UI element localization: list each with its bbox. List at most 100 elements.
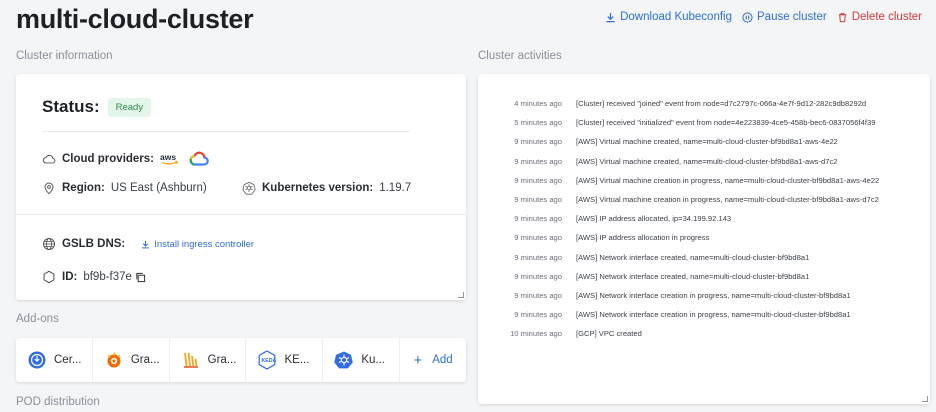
activity-time: 9 minutes ago — [514, 290, 562, 300]
hexagon-icon — [43, 270, 55, 284]
cluster-activities-card: 4 minutes ago [Cluster] received "joined"… — [478, 74, 930, 404]
addon-label: Cer... — [54, 354, 82, 366]
addon-label: Gra... — [207, 354, 237, 366]
activity-message: [AWS] IP address allocation in progress — [576, 233, 710, 243]
activity-message: [AWS] Virtual machine created, name=mult… — [576, 156, 838, 166]
status-row: Status: Ready — [42, 97, 152, 117]
page-title: multi-cloud-cluster — [16, 4, 254, 34]
globe-icon — [43, 238, 55, 250]
activity-time: 9 minutes ago — [514, 233, 562, 243]
addons-bar: Cer... Gra... Gra... KEDA KE... Ku... + … — [16, 338, 466, 382]
id-label: ID: — [62, 271, 78, 283]
status-label: Status: — [42, 97, 100, 116]
activity-message: [AWS] Virtual machine creation in progre… — [576, 194, 879, 204]
cert-manager-icon — [26, 349, 48, 371]
activity-row: 9 minutes ago [AWS] IP address allocated,… — [478, 213, 930, 224]
activity-row: 9 minutes ago [AWS] Network interface cre… — [478, 271, 930, 282]
install-ingress-link[interactable]: Install ingress controller — [141, 239, 254, 250]
addon-keda[interactable]: KEDA KE... — [246, 338, 324, 382]
header-actions: Download Kubeconfig Pause cluster Delete… — [605, 11, 922, 23]
activity-message: [AWS] Network interface creation in prog… — [576, 290, 851, 300]
grafana-loki-icon — [180, 349, 202, 371]
cluster-info-card: Status: Ready Cloud providers: aws Regio… — [16, 74, 466, 300]
aws-logo-icon: aws — [160, 152, 179, 165]
activity-message: [AWS] Network interface creation in prog… — [576, 310, 851, 320]
addon-cert-manager[interactable]: Cer... — [16, 338, 93, 382]
activity-row: 9 minutes ago [AWS] Network interface cre… — [478, 309, 930, 320]
grafana-icon — [103, 349, 125, 371]
resize-handle[interactable] — [922, 396, 928, 402]
activity-row: 9 minutes ago [AWS] Virtual machine creat… — [478, 194, 930, 205]
copy-icon[interactable] — [135, 272, 146, 283]
activity-message: [AWS] Network interface created, name=mu… — [576, 252, 810, 262]
activity-message: [Cluster] received "initialized" event f… — [576, 118, 876, 128]
add-addon-button[interactable]: + Add — [400, 338, 466, 382]
delete-cluster-button[interactable]: Delete cluster — [837, 11, 922, 23]
gcp-logo-icon — [189, 151, 209, 166]
location-pin-icon — [44, 182, 54, 195]
pod-distribution-heading: POD distribution — [16, 396, 100, 408]
kubernetes-icon — [333, 349, 355, 371]
activity-time: 9 minutes ago — [514, 194, 562, 204]
svg-text:aws: aws — [160, 152, 176, 162]
activity-time: 9 minutes ago — [514, 310, 562, 320]
download-kubeconfig-button[interactable]: Download Kubeconfig — [605, 11, 732, 23]
keda-icon: KEDA — [256, 349, 278, 371]
activity-row: 5 minutes ago [Cluster] received "initial… — [478, 117, 930, 128]
activity-message: [AWS] Virtual machine creation in progre… — [576, 175, 880, 185]
divider — [16, 214, 466, 215]
addon-grafana[interactable]: Gra... — [93, 338, 170, 382]
activity-time: 9 minutes ago — [514, 214, 562, 224]
pause-cluster-button[interactable]: Pause cluster — [742, 11, 827, 23]
status-badge: Ready — [107, 97, 152, 117]
gslb-label: GSLB DNS: — [62, 238, 126, 250]
region-value: US East (Ashburn) — [110, 182, 207, 194]
activity-row: 9 minutes ago [AWS] Virtual machine creat… — [478, 156, 930, 167]
cloud-icon — [42, 154, 56, 164]
activity-row: 4 minutes ago [Cluster] received "joined"… — [478, 98, 930, 109]
download-icon — [606, 12, 615, 22]
download-icon — [142, 240, 150, 248]
activity-time: 9 minutes ago — [514, 137, 562, 147]
activity-message: [AWS] IP address allocated, ip=34.199.92… — [576, 214, 732, 224]
kubernetes-icon — [242, 181, 256, 195]
k8s-version-label: Kubernetes version: — [262, 182, 374, 194]
addon-label: Ku... — [361, 354, 385, 366]
addon-label: Gra... — [130, 354, 160, 366]
addons-heading: Add-ons — [16, 313, 59, 325]
activity-message: [AWS] Virtual machine created, name=mult… — [576, 137, 838, 147]
cluster-activities-heading: Cluster activities — [478, 50, 562, 62]
activity-row: 9 minutes ago [AWS] Network interface cre… — [478, 290, 930, 301]
cluster-page: multi-cloud-cluster Download Kubeconfig … — [0, 0, 936, 412]
pause-cluster-label: Pause cluster — [757, 11, 827, 23]
activity-time: 9 minutes ago — [514, 175, 562, 185]
activity-time: 4 minutes ago — [514, 99, 562, 108]
install-ingress-label: Install ingress controller — [154, 238, 255, 250]
activity-row: 9 minutes ago [AWS] IP address allocation… — [478, 232, 930, 243]
activity-row: 10 minutes ago [GCP] VPC created — [478, 328, 930, 339]
activity-message: [Cluster] received "joined" event from n… — [576, 99, 867, 108]
cluster-info-heading: Cluster information — [16, 50, 113, 62]
add-addon-label: Add — [432, 354, 453, 366]
cloud-providers-row: Cloud providers: aws — [42, 151, 210, 167]
resize-handle[interactable] — [458, 292, 464, 298]
activity-row: 9 minutes ago [AWS] Virtual machine creat… — [478, 175, 930, 186]
id-value: bf9b-f37e — [83, 271, 132, 283]
activity-row: 9 minutes ago [AWS] Virtual machine creat… — [478, 136, 930, 147]
delete-cluster-label: Delete cluster — [851, 11, 922, 23]
activity-list: 4 minutes ago [Cluster] received "joined"… — [478, 98, 930, 347]
activity-time: 9 minutes ago — [514, 156, 562, 166]
k8s-version-value: 1.19.7 — [379, 182, 412, 194]
divider — [42, 131, 410, 132]
addon-grafana-loki[interactable]: Gra... — [170, 338, 247, 382]
activity-row: 9 minutes ago [AWS] Network interface cre… — [478, 252, 930, 263]
plus-icon: + — [413, 351, 423, 369]
addon-label: KE... — [284, 354, 310, 366]
activity-time: 5 minutes ago — [514, 118, 562, 128]
addon-kubernetes[interactable]: Ku... — [323, 338, 401, 382]
activity-time: 9 minutes ago — [514, 252, 562, 262]
activity-time: 9 minutes ago — [514, 271, 562, 281]
svg-text:KEDA: KEDA — [262, 358, 277, 364]
trash-icon — [838, 12, 846, 22]
download-kubeconfig-label: Download Kubeconfig — [620, 11, 732, 23]
